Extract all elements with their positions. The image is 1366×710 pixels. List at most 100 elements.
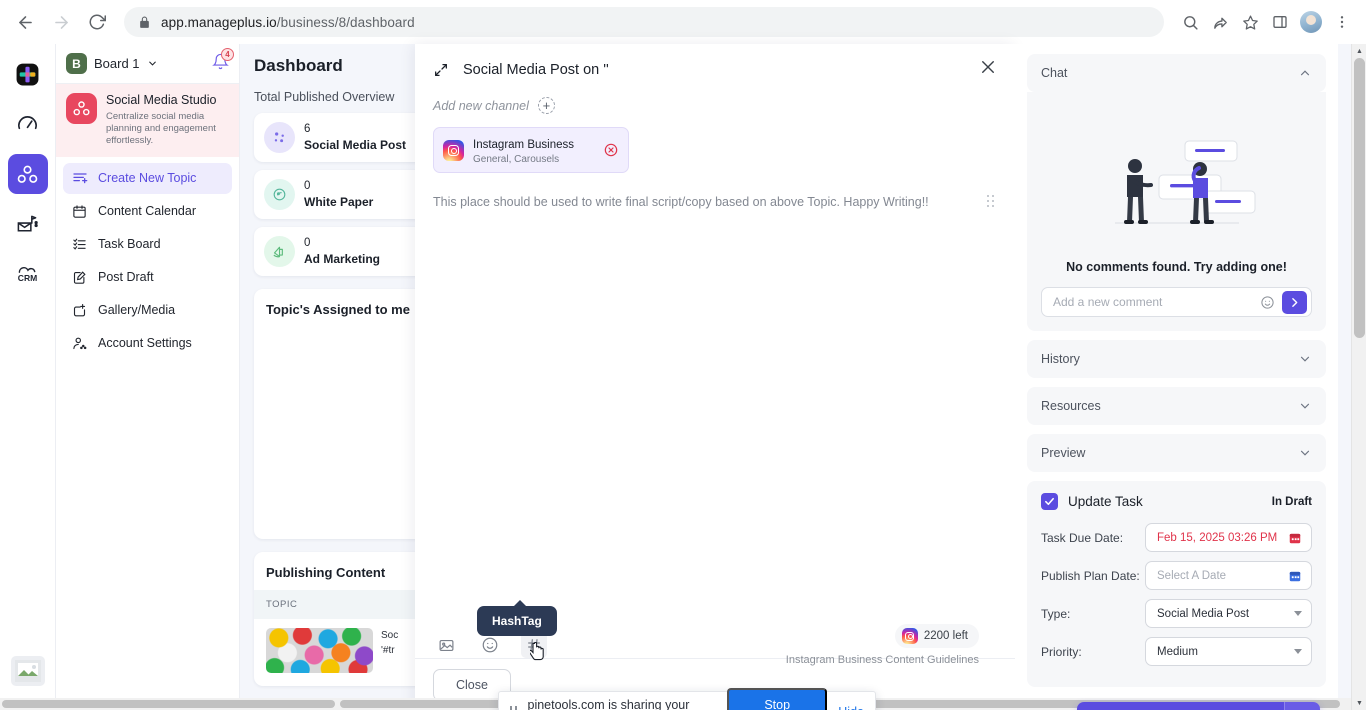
publishing-content-title: Publishing Content: [266, 565, 386, 580]
status-badge: In Draft: [1271, 495, 1312, 508]
plus-circle-icon: +: [537, 97, 555, 114]
calendar-blue-icon[interactable]: [1288, 569, 1302, 583]
chat-accordion-header[interactable]: Chat: [1027, 54, 1326, 92]
content-guidelines-link[interactable]: Instagram Business Content Guidelines: [786, 654, 979, 666]
stat-card[interactable]: 0 White Paper: [254, 170, 415, 219]
stat-label: Social Media Post: [304, 138, 407, 153]
channel-sub: General, Carousels: [473, 154, 560, 165]
share-message: pinetools.com is sharing your screen.: [527, 698, 690, 710]
star-icon[interactable]: [1236, 8, 1264, 36]
task-due-date-input[interactable]: Feb 15, 2025 03:26 PM: [1145, 523, 1312, 552]
history-accordion-header[interactable]: History: [1027, 340, 1326, 378]
post-content-editor[interactable]: This place should be used to write final…: [415, 173, 1015, 632]
screen-share-notification-bar: pinetools.com is sharing your screen. St…: [498, 688, 876, 710]
address-bar[interactable]: app.manageplus.io/business/8/dashboard: [124, 7, 1164, 37]
post-title-line2: '#tr: [381, 645, 395, 656]
resources-accordion-header[interactable]: Resources: [1027, 387, 1326, 425]
channel-section: Add new channel + Instagram Business Gen…: [415, 91, 1015, 173]
comment-input-wrapper[interactable]: Add a new comment: [1041, 287, 1312, 317]
update-task-title: Update Task: [1068, 494, 1143, 509]
search-zoom-icon[interactable]: [1176, 8, 1204, 36]
sidebar-item-gallery-media[interactable]: Gallery/Media: [63, 295, 232, 326]
speedometer-icon[interactable]: [8, 104, 48, 144]
back-arrow-icon[interactable]: [10, 7, 40, 37]
channel-chip[interactable]: Instagram Business General, Carousels: [433, 127, 629, 173]
board-selector[interactable]: B Board 1 4: [56, 44, 239, 84]
three-dot-menu-icon[interactable]: [1328, 8, 1356, 36]
type-row: Type: Social Media Post: [1041, 599, 1312, 628]
app-shell: CRM B Board 1 4 Social Media Studio Cent…: [0, 44, 1366, 710]
move-button-dropdown[interactable]: [1284, 702, 1320, 710]
hide-button[interactable]: Hide: [838, 705, 864, 710]
sidebar-item-label: Task Board: [98, 237, 161, 252]
user-photo-icon[interactable]: [10, 656, 45, 686]
horizontal-scroll-thumb[interactable]: [2, 700, 335, 708]
instagram-icon: [901, 628, 918, 644]
table-row[interactable]: Soc '#tr: [266, 619, 414, 673]
publish-plan-date-input[interactable]: Select A Date: [1145, 561, 1312, 590]
sidebar-item-studio[interactable]: [7, 154, 48, 194]
scroll-up-arrow[interactable]: ▲: [1352, 44, 1366, 58]
comment-input[interactable]: Add a new comment: [1053, 295, 1253, 309]
crm-icon[interactable]: CRM: [8, 254, 48, 294]
apps-grid-icon[interactable]: [8, 54, 48, 94]
create-topic-icon: [71, 170, 88, 186]
update-task-card: Update Task In Draft Task Due Date: Feb …: [1027, 481, 1326, 687]
type-select[interactable]: Social Media Post: [1145, 599, 1312, 628]
forward-arrow-icon[interactable]: [46, 7, 76, 37]
stat-card[interactable]: 0 Ad Marketing: [254, 227, 415, 276]
chevron-down-icon: [147, 58, 158, 69]
chevron-down-icon: [1298, 352, 1312, 366]
expand-diagonal-icon[interactable]: [433, 62, 449, 78]
send-arrow-icon[interactable]: [1282, 290, 1307, 314]
board-name: Board 1: [94, 56, 140, 71]
preview-accordion-header[interactable]: Preview: [1027, 434, 1326, 472]
stat-card[interactable]: 6 Social Media Post: [254, 113, 415, 162]
side-panel-icon[interactable]: [1266, 8, 1294, 36]
vertical-scrollbar[interactable]: ▲ ▼: [1351, 44, 1366, 710]
studio-sidebar: B Board 1 4 Social Media Studio Centrali…: [56, 44, 240, 710]
share-icon[interactable]: [1206, 8, 1234, 36]
move-to-topics-button[interactable]: Move to Topics in Discussion: [1077, 702, 1320, 710]
browser-toolbar: app.manageplus.io/business/8/dashboard: [0, 0, 1366, 44]
add-new-channel-button[interactable]: Add new channel +: [433, 97, 997, 114]
post-title-line1: Soc: [381, 630, 399, 641]
calendar-red-icon[interactable]: [1288, 531, 1302, 545]
sidebar-item-account-settings[interactable]: Account Settings: [63, 328, 232, 359]
sidebar-item-label: Post Draft: [98, 270, 154, 285]
field-label: Type:: [1041, 606, 1071, 621]
profile-avatar[interactable]: [1300, 11, 1322, 33]
close-x-icon[interactable]: [979, 58, 997, 81]
white-paper-icon: [264, 179, 295, 210]
task-due-date-row: Task Due Date: Feb 15, 2025 03:26 PM: [1041, 523, 1312, 552]
chevron-down-icon: [1298, 399, 1312, 413]
drag-dots-icon[interactable]: [986, 195, 996, 208]
update-task-checkbox[interactable]: [1041, 493, 1058, 510]
scroll-down-arrow[interactable]: ▼: [1352, 696, 1366, 710]
char-count-text: 2200 left: [923, 630, 968, 642]
url-path: /business/8/dashboard: [276, 14, 415, 30]
sidebar-item-post-draft[interactable]: Post Draft: [63, 262, 232, 293]
studio-header-card: Social Media Studio Centralize social me…: [56, 84, 239, 157]
emoji-icon[interactable]: [1260, 295, 1275, 310]
campaign-mail-icon[interactable]: [8, 204, 48, 244]
studio-subtitle: Centralize social media planning and eng…: [106, 110, 216, 147]
reload-icon[interactable]: [82, 7, 112, 37]
channel-name: Instagram Business: [473, 139, 574, 151]
sidebar-item-content-calendar[interactable]: Content Calendar: [63, 196, 232, 227]
stop-sharing-button[interactable]: Stop sharing: [727, 688, 828, 710]
remove-circle-icon[interactable]: [603, 142, 619, 158]
vertical-scroll-thumb[interactable]: [1354, 58, 1365, 338]
sidebar-item-task-board[interactable]: Task Board: [63, 229, 232, 260]
notification-bell-icon[interactable]: 4: [212, 47, 234, 75]
sidebar-item-label: Create New Topic: [98, 171, 197, 186]
icon-rail: CRM: [0, 44, 56, 710]
field-value: Feb 15, 2025 03:26 PM: [1157, 531, 1278, 544]
priority-select[interactable]: Medium: [1145, 637, 1312, 666]
calendar-icon: [71, 204, 88, 219]
sidebar-item-create-new-topic[interactable]: Create New Topic: [63, 162, 232, 194]
priority-row: Priority: Medium: [1041, 637, 1312, 666]
image-icon[interactable]: [433, 632, 459, 658]
publishing-column-header: TOPIC: [254, 590, 415, 619]
notification-count: 4: [221, 47, 234, 61]
